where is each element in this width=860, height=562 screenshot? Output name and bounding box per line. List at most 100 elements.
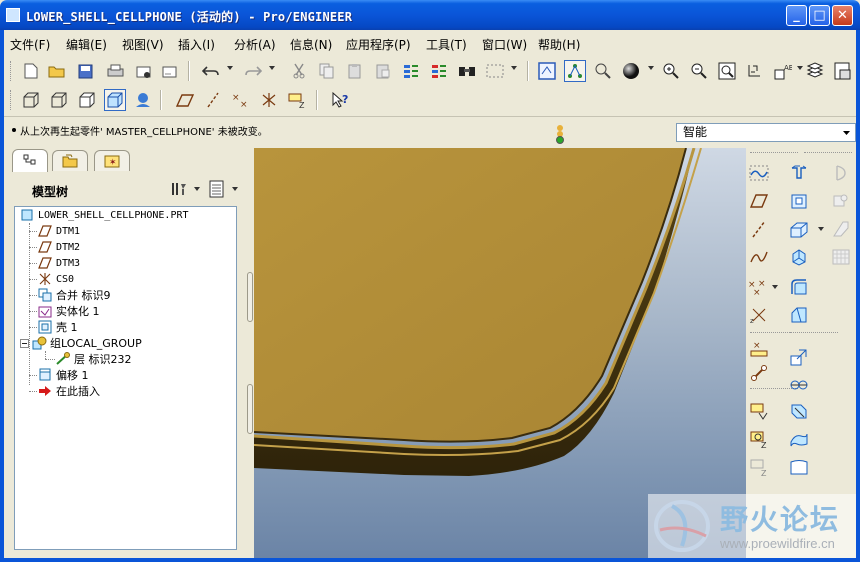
menu-info[interactable]: 信息(N) (290, 36, 332, 53)
regenerate-icon[interactable] (400, 60, 422, 82)
context-help-icon[interactable]: ? (330, 89, 352, 111)
saved-view-icon[interactable] (592, 60, 614, 82)
toolbar-grip[interactable] (750, 152, 798, 155)
merge-tool-icon[interactable] (788, 428, 810, 450)
offset-tool-icon[interactable] (748, 362, 770, 384)
menu-applications[interactable]: 应用程序(P) (346, 36, 411, 53)
menu-view[interactable]: 视图(V) (122, 36, 164, 53)
model-tree-tab[interactable] (12, 149, 48, 172)
find-icon[interactable] (456, 60, 478, 82)
view-manager-dropdown[interactable] (797, 66, 803, 70)
toolbar-grip[interactable] (10, 90, 13, 110)
redo-icon[interactable] (242, 60, 264, 82)
menu-file[interactable]: 文件(F) (10, 36, 50, 53)
csys-display-icon[interactable] (258, 89, 280, 111)
navigator-splitter[interactable] (246, 148, 254, 558)
tree-node-merge[interactable]: 合并 标识9 (37, 287, 111, 303)
thicken-icon[interactable]: Z (748, 456, 770, 478)
select-box-dropdown[interactable] (511, 66, 517, 70)
spin-center-icon[interactable] (564, 60, 586, 82)
folder-browser-tab[interactable] (52, 150, 88, 171)
layers-icon[interactable] (804, 60, 826, 82)
repaint-icon[interactable] (536, 60, 558, 82)
tree-node-shell[interactable]: 壳 1 (37, 319, 78, 335)
tree-node-offset[interactable]: 偏移 1 (37, 367, 89, 383)
toolbar-grip[interactable] (790, 332, 838, 335)
tree-node-dtm3[interactable]: DTM3 (37, 255, 80, 271)
pattern-icon[interactable] (788, 246, 810, 268)
grid-pattern-icon[interactable] (830, 246, 852, 268)
revolve-icon[interactable] (830, 162, 852, 184)
datum-curve-icon[interactable] (748, 246, 770, 268)
tree-node-root-part[interactable]: LOWER_SHELL_CELLPHONE.PRT (19, 207, 189, 223)
redo-dropdown[interactable] (269, 66, 275, 70)
reorient-icon[interactable] (744, 60, 766, 82)
paste-icon[interactable] (344, 60, 366, 82)
splitter-handle[interactable] (247, 384, 253, 434)
menu-help[interactable]: 帮助(H) (538, 36, 580, 53)
tree-node-local-group[interactable]: 组LOCAL_GROUP (19, 335, 142, 351)
style-icon[interactable] (788, 456, 810, 478)
zoom-in-icon[interactable] (660, 60, 682, 82)
view-manager-icon[interactable]: AB (772, 60, 794, 82)
copy-icon[interactable] (316, 60, 338, 82)
draft-icon[interactable] (788, 346, 810, 368)
menu-window[interactable]: 窗口(W) (482, 36, 527, 53)
undo-icon[interactable] (200, 60, 222, 82)
csys-tool-icon[interactable]: z (748, 304, 770, 326)
tree-node-insert-here[interactable]: 在此插入 (37, 383, 100, 399)
show-dropdown[interactable] (232, 187, 238, 191)
show-icon[interactable] (206, 178, 228, 200)
rib-alt-icon[interactable] (830, 218, 852, 240)
regen-manager-icon[interactable] (428, 60, 450, 82)
menu-analysis[interactable]: 分析(A) (234, 36, 276, 53)
menu-edit[interactable]: 编辑(E) (66, 36, 107, 53)
datum-point-dropdown[interactable] (772, 285, 778, 289)
minimize-button[interactable]: _ (786, 5, 807, 26)
layer-tree-icon[interactable] (832, 60, 854, 82)
traffic-light-icon[interactable] (552, 124, 568, 144)
chevron-down-icon[interactable] (840, 126, 853, 139)
mirror-icon[interactable] (748, 400, 770, 422)
select-box-icon[interactable] (484, 60, 506, 82)
tree-node-dtm1[interactable]: DTM1 (37, 223, 80, 239)
chamfer-icon[interactable] (788, 304, 810, 326)
enhanced-realism-icon[interactable] (132, 89, 154, 111)
email-icon[interactable] (132, 60, 154, 82)
shell-tool-icon[interactable] (788, 218, 810, 240)
analysis-feature-icon[interactable]: × (748, 338, 770, 360)
datum-plane-tool-icon[interactable] (748, 190, 770, 212)
tree-settings-icon[interactable] (168, 178, 190, 200)
menu-tools[interactable]: 工具(T) (426, 36, 467, 53)
tree-node-dtm2[interactable]: DTM2 (37, 239, 80, 255)
close-button[interactable]: ✕ (832, 5, 853, 26)
sketched-datum-curve-icon[interactable] (748, 162, 770, 184)
hole-icon[interactable] (788, 190, 810, 212)
favorites-tab[interactable]: ✶ (94, 150, 130, 171)
extrude-icon[interactable] (788, 162, 810, 184)
selection-filter-select[interactable]: 智能 (676, 123, 856, 142)
datum-point-tool-icon[interactable]: × × × (748, 276, 770, 298)
hidden-line-icon[interactable] (48, 89, 70, 111)
tree-node-solidify[interactable]: 实体化 1 (37, 303, 100, 319)
menu-insert[interactable]: 插入(I) (178, 36, 215, 53)
email-link-icon[interactable] (158, 60, 180, 82)
cut-icon[interactable] (288, 60, 310, 82)
annotation-display-icon[interactable]: Z (286, 89, 308, 111)
paste-special-icon[interactable] (372, 60, 394, 82)
shell-dropdown[interactable] (818, 227, 824, 231)
shading-icon[interactable] (104, 89, 126, 111)
shading-dropdown[interactable] (648, 66, 654, 70)
undo-dropdown[interactable] (227, 66, 233, 70)
toolbar-grip[interactable] (10, 61, 13, 81)
wireframe-icon[interactable] (20, 89, 42, 111)
trim-icon[interactable] (788, 374, 810, 396)
datum-plane-display-icon[interactable] (174, 89, 196, 111)
no-hidden-icon[interactable] (76, 89, 98, 111)
refit-icon[interactable] (716, 60, 738, 82)
print-icon[interactable] (104, 60, 126, 82)
toolbar-grip[interactable] (804, 152, 852, 155)
round-icon[interactable] (788, 276, 810, 298)
tree-settings-dropdown[interactable] (194, 187, 200, 191)
datum-axis-display-icon[interactable] (202, 89, 224, 111)
